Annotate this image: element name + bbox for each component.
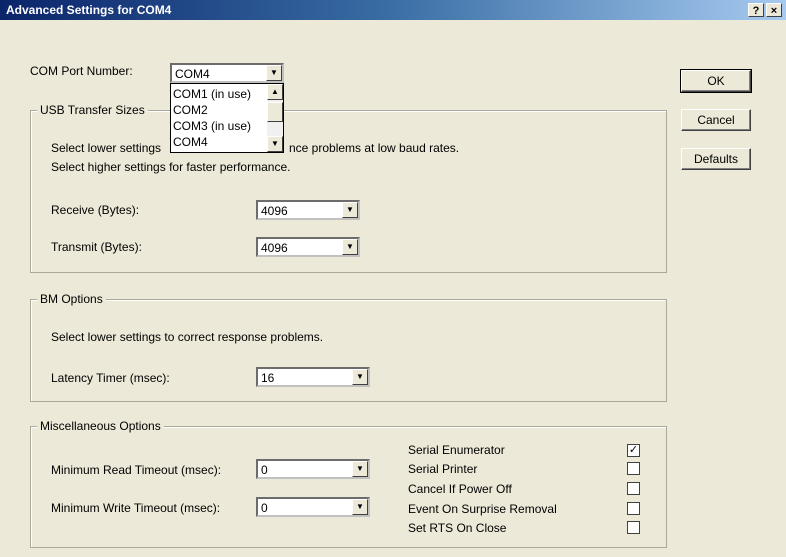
usb-desc-2: Select higher settings for faster perfor… xyxy=(51,160,291,174)
min-write-timeout-select[interactable]: 0 ▼ xyxy=(256,497,370,517)
serial-printer-label: Serial Printer xyxy=(408,462,478,476)
dropdown-scrollbar[interactable]: ▲ ▼ xyxy=(267,84,283,152)
serial-enumerator-checkbox[interactable]: ✓ xyxy=(627,444,640,457)
min-write-timeout-value: 0 xyxy=(261,501,268,515)
defaults-button[interactable]: Defaults xyxy=(681,148,751,170)
chevron-down-icon[interactable]: ▼ xyxy=(266,65,282,81)
list-item[interactable]: COM4 xyxy=(173,135,208,149)
misc-options-legend: Miscellaneous Options xyxy=(37,419,164,433)
misc-options-group xyxy=(30,426,667,548)
cancel-button[interactable]: Cancel xyxy=(681,109,751,131)
bm-options-legend: BM Options xyxy=(37,292,106,306)
chevron-down-icon[interactable]: ▼ xyxy=(352,461,368,477)
help-button[interactable]: ? xyxy=(748,3,764,17)
event-on-surprise-removal-checkbox[interactable] xyxy=(627,502,640,515)
com-port-value: COM4 xyxy=(175,67,210,81)
chevron-down-icon[interactable]: ▼ xyxy=(352,499,368,515)
list-item[interactable]: COM2 xyxy=(173,103,208,117)
event-on-surprise-removal-label: Event On Surprise Removal xyxy=(408,502,557,516)
ok-button[interactable]: OK xyxy=(680,69,752,93)
check-icon: ✓ xyxy=(628,444,639,456)
transmit-value: 4096 xyxy=(261,241,288,255)
scroll-up-icon[interactable]: ▲ xyxy=(267,84,283,100)
cancel-if-power-off-label: Cancel If Power Off xyxy=(408,482,512,496)
window-title: Advanced Settings for COM4 xyxy=(6,3,172,17)
min-read-timeout-value: 0 xyxy=(261,463,268,477)
usb-transfer-legend: USB Transfer Sizes xyxy=(37,103,148,117)
latency-label: Latency Timer (msec): xyxy=(51,371,170,385)
latency-value: 16 xyxy=(261,371,275,385)
advanced-settings-dialog: Advanced Settings for COM4 ? × COM Port … xyxy=(0,0,786,557)
usb-desc-left: Select lower settings xyxy=(51,141,162,155)
com-port-select[interactable]: COM4 ▼ xyxy=(170,63,284,83)
transmit-select[interactable]: 4096 ▼ xyxy=(256,237,360,257)
receive-value: 4096 xyxy=(261,204,288,218)
set-rts-on-close-label: Set RTS On Close xyxy=(408,521,507,535)
chevron-down-icon[interactable]: ▼ xyxy=(352,369,368,385)
usb-desc-right: nce problems at low baud rates. xyxy=(289,141,460,155)
chevron-down-icon[interactable]: ▼ xyxy=(342,239,358,255)
scroll-thumb[interactable] xyxy=(267,102,283,122)
serial-printer-checkbox[interactable] xyxy=(627,462,640,475)
receive-select[interactable]: 4096 ▼ xyxy=(256,200,360,220)
com-port-label: COM Port Number: xyxy=(30,64,133,78)
min-read-timeout-select[interactable]: 0 ▼ xyxy=(256,459,370,479)
serial-enumerator-label: Serial Enumerator xyxy=(408,443,505,457)
transmit-label: Transmit (Bytes): xyxy=(51,240,142,254)
min-write-timeout-label: Minimum Write Timeout (msec): xyxy=(51,501,221,515)
list-item[interactable]: COM1 (in use) xyxy=(173,87,251,101)
receive-label: Receive (Bytes): xyxy=(51,203,140,217)
bm-desc: Select lower settings to correct respons… xyxy=(51,330,324,344)
title-bar[interactable]: Advanced Settings for COM4 ? × xyxy=(0,0,786,20)
chevron-down-icon[interactable]: ▼ xyxy=(342,202,358,218)
com-port-dropdown-list[interactable]: COM1 (in use) COM2 COM3 (in use) COM4 ▲ … xyxy=(170,83,284,153)
list-item[interactable]: COM3 (in use) xyxy=(173,119,251,133)
set-rts-on-close-checkbox[interactable] xyxy=(627,521,640,534)
scroll-down-icon[interactable]: ▼ xyxy=(267,136,283,152)
close-button[interactable]: × xyxy=(766,3,782,17)
cancel-if-power-off-checkbox[interactable] xyxy=(627,482,640,495)
min-read-timeout-label: Minimum Read Timeout (msec): xyxy=(51,463,222,477)
latency-select[interactable]: 16 ▼ xyxy=(256,367,370,387)
